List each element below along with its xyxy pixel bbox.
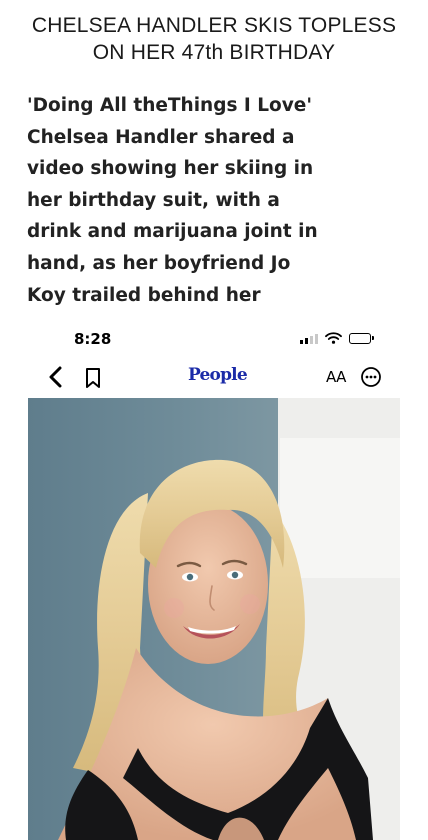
portrait-image	[28, 398, 400, 840]
chevron-left-icon[interactable]	[44, 364, 70, 390]
excerpt-line: Koy trailed behind her	[27, 284, 261, 306]
meme-headline: CHELSEA HANDLER SKIS TOPLESS ON HER 47th…	[0, 12, 428, 66]
excerpt-line: drink and marijuana joint in	[27, 221, 318, 243]
status-bar: 8:28	[28, 318, 400, 360]
browser-nav-bar: People AA	[28, 362, 400, 396]
excerpt-line: her birthday suit, with a	[27, 189, 280, 211]
battery-icon	[349, 332, 374, 344]
phone-screenshot: 8:28 People AA	[28, 318, 400, 840]
excerpt-line: video showing her skiing in	[27, 158, 314, 180]
excerpt-line: hand, as her boyfriend Jo	[27, 252, 291, 274]
more-icon[interactable]	[360, 366, 382, 388]
headline-line-1: CHELSEA HANDLER SKIS TOPLESS	[31, 14, 397, 37]
article-photo	[28, 398, 400, 840]
article-excerpt: 'Doing All theThings I Love' Chelsea Han…	[27, 90, 357, 311]
status-time: 8:28	[74, 330, 112, 348]
wifi-icon	[325, 332, 342, 344]
status-icons	[300, 332, 374, 344]
headline-line-2: ON HER 47th BIRTHDAY	[92, 41, 336, 64]
people-logo[interactable]: People	[188, 365, 248, 385]
bookmark-icon[interactable]	[83, 366, 103, 390]
excerpt-line: Chelsea Handler shared a	[27, 126, 295, 148]
text-size-button[interactable]: AA	[326, 368, 346, 386]
excerpt-line: 'Doing All theThings I Love'	[27, 95, 313, 116]
signal-icon	[300, 333, 318, 344]
